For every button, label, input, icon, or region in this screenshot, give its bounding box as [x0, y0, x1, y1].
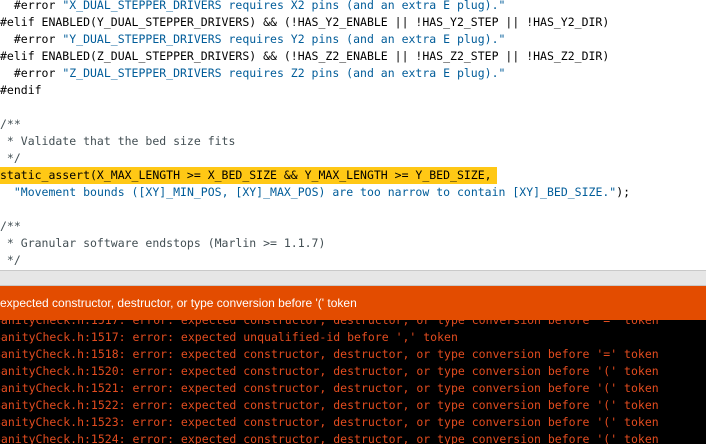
code-line[interactable]: #endif	[0, 82, 42, 99]
code-text: #error	[0, 0, 63, 12]
code-text: #error	[0, 66, 63, 80]
code-line[interactable]: * Validate that the bed size fits	[0, 133, 235, 150]
console-line: SanityCheck.h:1522: error: expected cons…	[0, 398, 659, 412]
code-comment: * Validate that the bed size fits	[0, 134, 236, 148]
code-text: #elif ENABLED(Y_DUAL_STEPPER_DRIVERS) &&…	[0, 15, 610, 29]
code-line[interactable]: /**	[0, 116, 21, 133]
console-line: SanityCheck.h:1517: error: expected unqu…	[0, 330, 458, 344]
code-text: #endif	[0, 83, 42, 97]
code-string: "Z_DUAL_STEPPER_DRIVERS requires Z2 pins…	[62, 66, 506, 80]
console-line: SanityCheck.h:1521: error: expected cons…	[0, 381, 659, 395]
code-line[interactable]: #elif ENABLED(Y_DUAL_STEPPER_DRIVERS) &&…	[0, 14, 609, 31]
code-comment: */	[0, 151, 21, 165]
code-line[interactable]: "Movement bounds ([XY]_MIN_POS, [XY]_MAX…	[0, 184, 630, 201]
code-line[interactable]: */	[0, 150, 21, 167]
code-comment: */	[0, 253, 21, 267]
console-line: SanityCheck.h:1523: error: expected cons…	[0, 415, 659, 429]
code-comment: /**	[0, 219, 21, 233]
code-editor[interactable]: #error "X_DUAL_STEPPER_DRIVERS requires …	[0, 0, 706, 270]
code-line[interactable]: * Granular software endstops (Marlin >= …	[0, 235, 326, 252]
code-text: );	[616, 185, 631, 199]
code-text: static_assert(X_MAX_LENGTH >= X_BED_SIZE…	[0, 168, 492, 182]
code-string: "Y_DUAL_STEPPER_DRIVERS requires Y2 pins…	[62, 32, 506, 46]
code-text: #elif ENABLED(Z_DUAL_STEPPER_DRIVERS) &&…	[0, 49, 610, 63]
code-line[interactable]: #error "X_DUAL_STEPPER_DRIVERS requires …	[0, 0, 506, 14]
code-line[interactable]: */	[0, 252, 21, 269]
console-line: SanityCheck.h:1520: error: expected cons…	[0, 364, 659, 378]
code-line[interactable]: #error "Y_DUAL_STEPPER_DRIVERS requires …	[0, 31, 506, 48]
code-comment: /**	[0, 117, 21, 131]
console-line: SanityCheck.h:1517: error: expected cons…	[0, 320, 659, 327]
code-text: #error	[0, 32, 63, 46]
code-line[interactable]: static_assert(X_MAX_LENGTH >= X_BED_SIZE…	[0, 167, 497, 184]
console-line: SanityCheck.h:1524: error: expected cons…	[0, 432, 659, 444]
error-status-message: expected constructor, destructor, or typ…	[0, 296, 357, 310]
code-line[interactable]: #elif ENABLED(Z_DUAL_STEPPER_DRIVERS) &&…	[0, 48, 609, 65]
code-string: "Movement bounds ([XY]_MIN_POS, [XY]_MAX…	[13, 185, 617, 199]
code-line[interactable]: #error "Z_DUAL_STEPPER_DRIVERS requires …	[0, 65, 506, 82]
pane-divider[interactable]	[0, 270, 706, 286]
code-string: "X_DUAL_STEPPER_DRIVERS requires X2 pins…	[62, 0, 506, 12]
error-status-bar: expected constructor, destructor, or typ…	[0, 286, 706, 320]
code-comment: * Granular software endstops (Marlin >= …	[0, 236, 326, 250]
compiler-console[interactable]: SanityCheck.h:1517: error: expected cons…	[0, 320, 706, 444]
console-line: SanityCheck.h:1518: error: expected cons…	[0, 347, 659, 361]
code-line[interactable]: /**	[0, 218, 21, 235]
